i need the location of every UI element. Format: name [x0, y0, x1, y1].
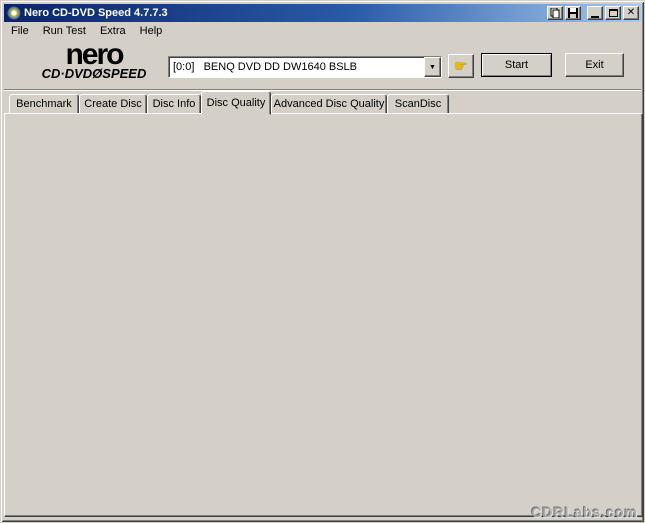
- drive-select-value: [0:0] BENQ DVD DD DW1640 BSLB: [173, 61, 358, 73]
- minimize-icon: [591, 16, 599, 18]
- menu-item-run-test[interactable]: Run Test: [36, 23, 93, 39]
- save-button[interactable]: [565, 6, 581, 20]
- disc-quality-page: [4, 113, 643, 517]
- cd-dvd-speed-logo-text: CD·DVDØSPEED: [41, 66, 147, 81]
- tab-scandisc[interactable]: ScanDisc: [387, 94, 449, 114]
- chevron-down-icon: ▼: [429, 63, 436, 71]
- tab-advanced-disc-quality[interactable]: Advanced Disc Quality: [271, 94, 387, 114]
- tab-disc-quality[interactable]: Disc Quality: [201, 91, 271, 115]
- report-button[interactable]: [547, 6, 563, 20]
- select-drive-button[interactable]: ☛: [448, 54, 474, 78]
- nero-logo-text: nero: [65, 38, 124, 71]
- report-icon: [550, 8, 560, 18]
- save-icon: [568, 8, 578, 18]
- drive-select[interactable]: [0:0] BENQ DVD DD DW1640 BSLB ▼: [168, 56, 442, 78]
- menu-item-extra[interactable]: Extra: [93, 23, 133, 39]
- cdrlabs-watermark: CDRLabs.com: [531, 504, 638, 520]
- close-icon: ✕: [626, 7, 636, 18]
- maximize-button[interactable]: [605, 6, 621, 20]
- tab-create-disc[interactable]: Create Disc: [79, 94, 147, 114]
- menu-item-help[interactable]: Help: [133, 23, 170, 39]
- start-button[interactable]: Start: [481, 53, 552, 77]
- app-icon: [7, 6, 21, 20]
- close-button[interactable]: ✕: [623, 6, 639, 20]
- tab-benchmark[interactable]: Benchmark: [9, 94, 79, 114]
- drive-select-dropdown-button[interactable]: ▼: [424, 57, 441, 77]
- application-window: Nero CD-DVD Speed 4.7.7.3 ✕ File Run Tes…: [0, 0, 645, 523]
- nero-cd-dvd-speed-window: { "window": { "title": "Nero CD-DVD Spee…: [0, 0, 645, 523]
- hand-icon: ☛: [454, 58, 468, 75]
- title-bar: Nero CD-DVD Speed 4.7.7.3 ✕: [4, 4, 641, 22]
- tab-disc-info[interactable]: Disc Info: [147, 94, 201, 114]
- menu-item-file[interactable]: File: [4, 23, 36, 39]
- minimize-button[interactable]: [587, 6, 603, 20]
- toolbar-separator: [4, 89, 641, 91]
- window-title: Nero CD-DVD Speed 4.7.7.3: [24, 7, 168, 19]
- maximize-icon: [608, 9, 618, 17]
- exit-button[interactable]: Exit: [565, 53, 624, 77]
- nero-logo: nero CD·DVDØSPEED: [23, 38, 165, 81]
